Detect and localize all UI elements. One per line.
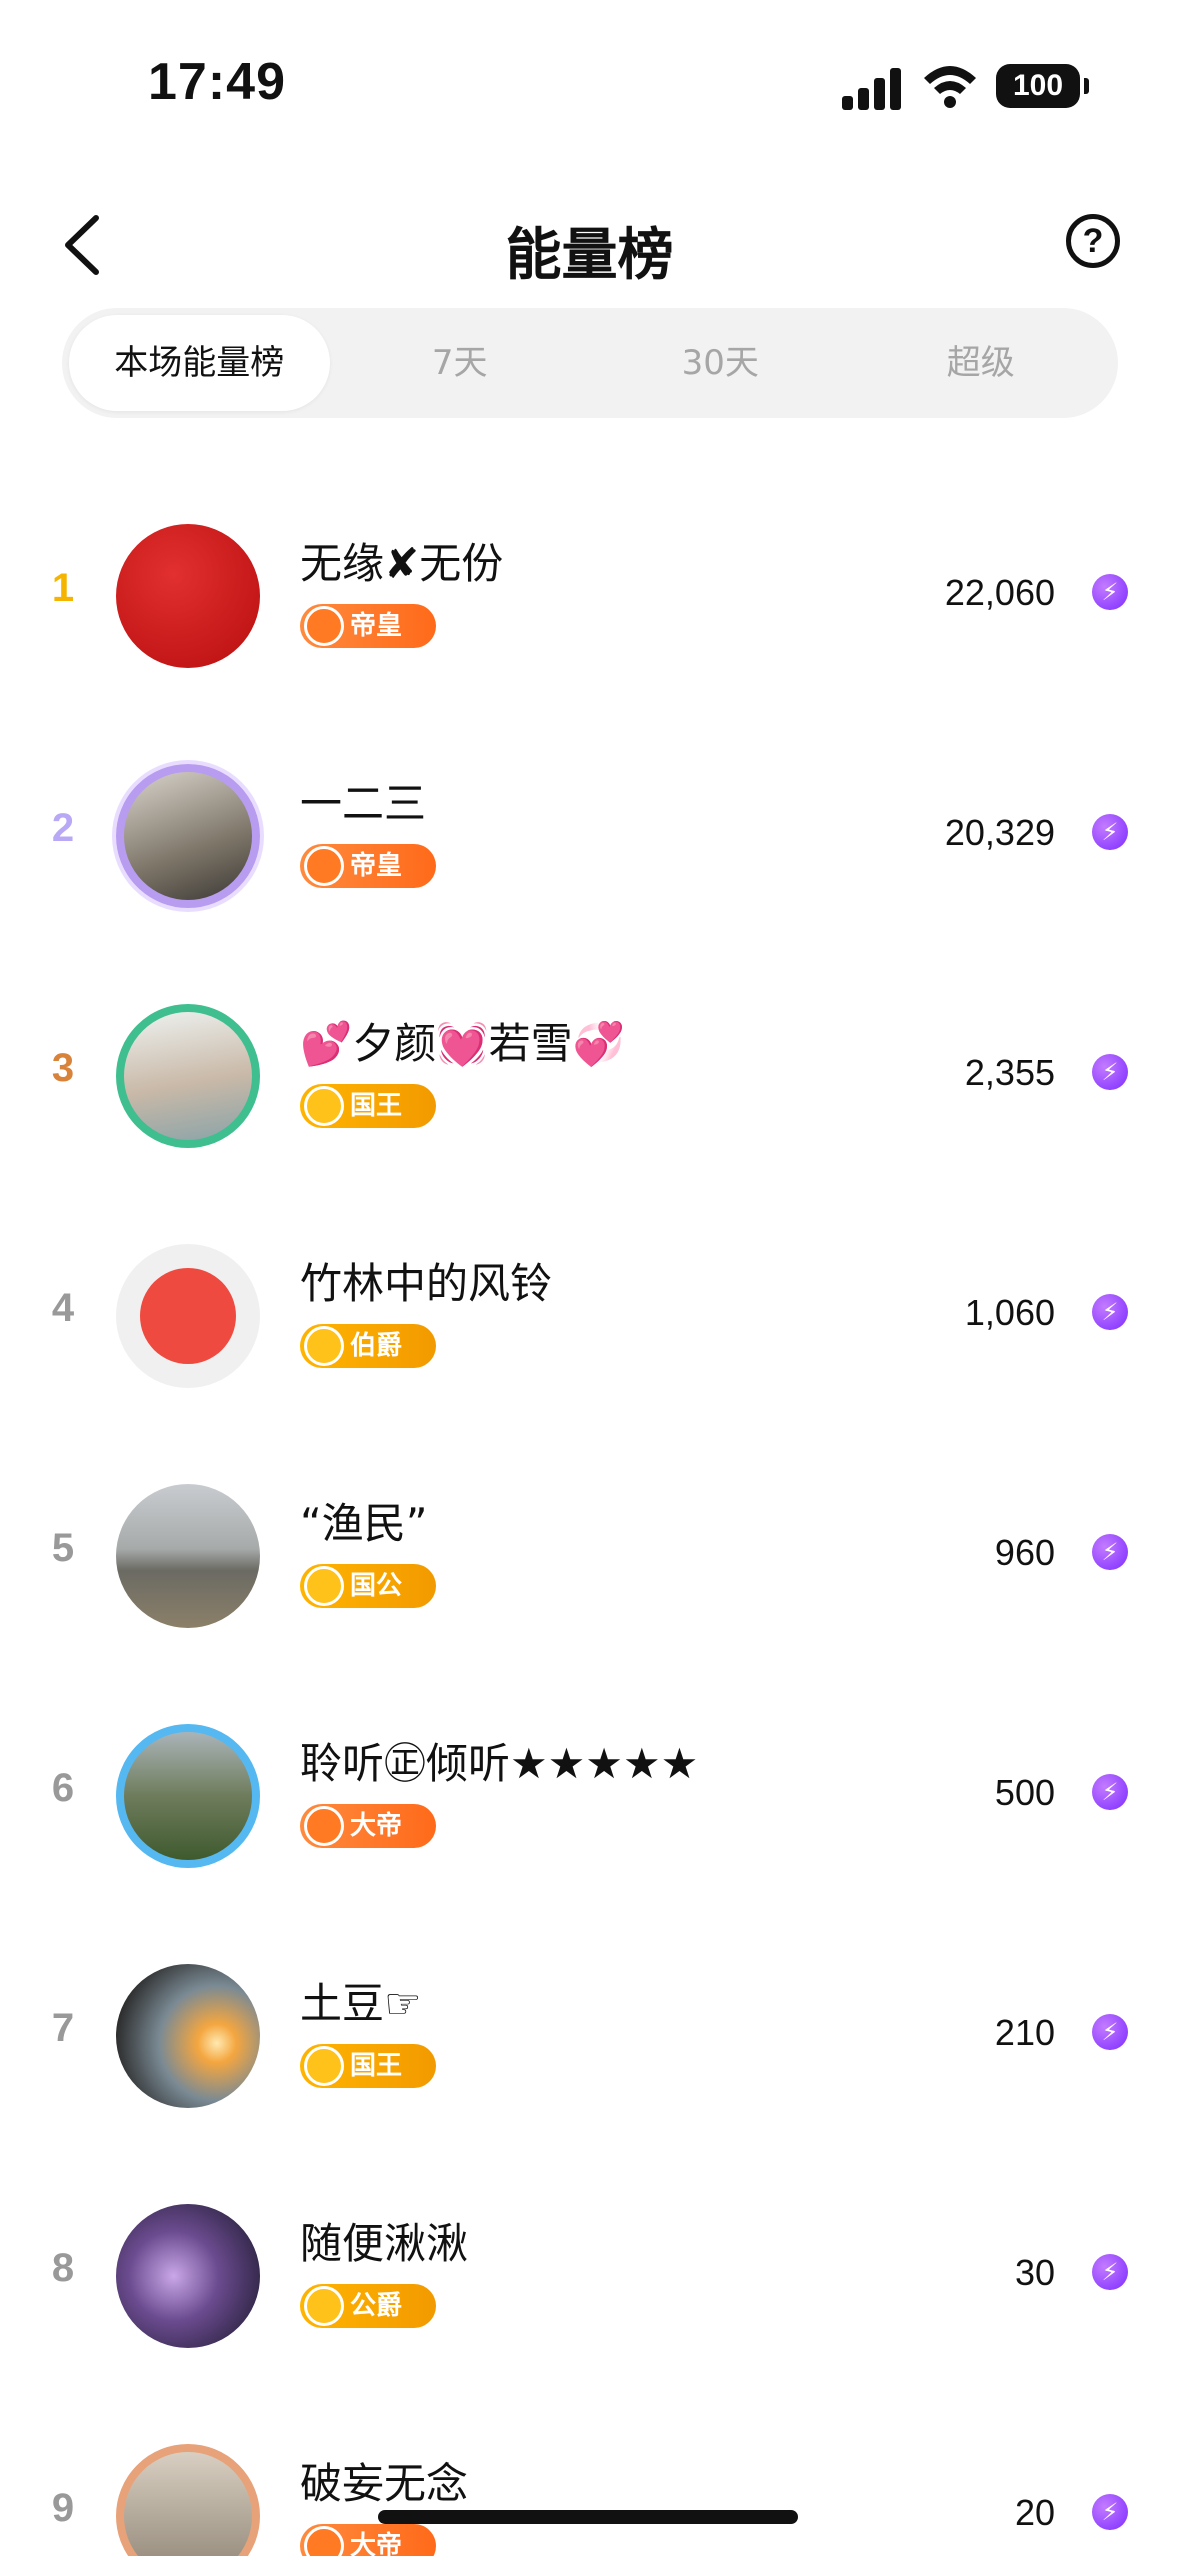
level-badge-label: 帝皇: [350, 611, 403, 641]
level-badge-label: 公爵: [350, 2291, 403, 2321]
user-name[interactable]: 一二三: [300, 770, 426, 831]
avatar[interactable]: [116, 1724, 260, 1868]
avatar[interactable]: [116, 2444, 260, 2556]
crown-icon: [304, 1566, 344, 1606]
lightning-bolt-icon: ⚡: [1092, 2254, 1128, 2290]
level-badge: 国王: [300, 2044, 436, 2088]
avatar[interactable]: [116, 1004, 260, 1148]
wifi-icon: [924, 66, 976, 108]
user-name[interactable]: 聆听㊣倾听★★★★★: [300, 1730, 698, 1791]
tab-7-days[interactable]: 7天: [330, 315, 591, 411]
level-badge: 帝皇: [300, 844, 436, 888]
ranking-row[interactable]: 6 聆听㊣倾听★★★★★ 大帝 500 ⚡: [0, 1668, 1179, 1908]
page-title: 能量榜: [505, 223, 674, 288]
user-name[interactable]: 竹林中的风铃: [300, 1250, 552, 1311]
level-badge-label: 大帝: [350, 2531, 403, 2556]
lightning-bolt-icon: ⚡: [1092, 1054, 1128, 1090]
energy-score: 20,329: [944, 812, 1055, 853]
crown-icon: [304, 1086, 344, 1126]
lightning-bolt-icon: ⚡: [1092, 1294, 1128, 1330]
energy-score: 210: [994, 2012, 1055, 2053]
energy-score: 20: [1014, 2492, 1055, 2533]
tab-30-days[interactable]: 30天: [590, 315, 851, 411]
lightning-bolt-icon: ⚡: [1092, 2014, 1128, 2050]
level-badge: 伯爵: [300, 1324, 436, 1368]
rank-number: 9: [51, 2486, 75, 2530]
rank-number: 6: [51, 1766, 75, 1810]
chevron-badge-icon: [304, 1806, 344, 1846]
user-name[interactable]: 土豆☞: [300, 1970, 422, 2031]
lightning-bolt-icon: ⚡: [1092, 2494, 1128, 2530]
rank-number: 5: [51, 1526, 75, 1570]
ranking-row[interactable]: 3 💕夕颜💓若雪💞 国王 2,355 ⚡: [0, 948, 1179, 1188]
home-indicator[interactable]: [378, 2510, 798, 2524]
avatar[interactable]: [116, 524, 260, 668]
energy-score: 22,060: [944, 572, 1055, 613]
level-badge-label: 国王: [350, 1091, 403, 1121]
level-badge-label: 国王: [350, 2051, 403, 2081]
chevron-badge-icon: [304, 2526, 344, 2556]
level-badge: 公爵: [300, 2284, 436, 2328]
period-tabs: 本场能量榜 7天 30天 超级: [62, 308, 1118, 418]
lightning-bolt-icon: ⚡: [1092, 1534, 1128, 1570]
diamond-icon: [304, 846, 344, 886]
rank-number: 3: [51, 1046, 75, 1090]
energy-score: 1,060: [964, 1292, 1055, 1333]
status-bar: 17:49 100: [0, 0, 1179, 160]
status-time: 17:49: [148, 53, 286, 111]
cellular-signal-icon: [842, 68, 904, 110]
energy-score: 2,355: [964, 1052, 1055, 1093]
rank-number: 7: [51, 2006, 75, 2050]
level-badge: 国公: [300, 1564, 436, 1608]
lightning-bolt-icon: ⚡: [1092, 574, 1128, 610]
ranking-row[interactable]: 9 破妄无念 大帝 20 ⚡: [0, 2388, 1179, 2556]
question-circle-icon[interactable]: ?: [1066, 214, 1120, 268]
ranking-list: 1 无缘✘无份 帝皇 22,060 ⚡ 2 一二三 帝皇 20,329 ⚡ 3 …: [0, 468, 1179, 2556]
user-name[interactable]: 破妄无念: [300, 2450, 468, 2511]
ranking-row[interactable]: 5 “渔民” 国公 960 ⚡: [0, 1428, 1179, 1668]
tab-current-session[interactable]: 本场能量榜: [69, 315, 330, 411]
user-name[interactable]: 无缘✘无份: [300, 530, 503, 591]
crown-icon: [304, 1326, 344, 1366]
tab-super[interactable]: 超级: [851, 315, 1112, 411]
ranking-row[interactable]: 2 一二三 帝皇 20,329 ⚡: [0, 708, 1179, 948]
crown-icon: [304, 2046, 344, 2086]
avatar[interactable]: [116, 1964, 260, 2108]
level-badge-label: 国公: [350, 1571, 403, 1601]
level-badge: 帝皇: [300, 604, 436, 648]
level-badge-label: 大帝: [350, 1811, 403, 1841]
avatar[interactable]: [116, 1484, 260, 1628]
crown-icon: [304, 2286, 344, 2326]
nav-bar: 能量榜 ?: [0, 190, 1179, 300]
energy-score: 960: [994, 1532, 1055, 1573]
ranking-row[interactable]: 1 无缘✘无份 帝皇 22,060 ⚡: [0, 468, 1179, 708]
level-badge: 大帝: [300, 2524, 436, 2556]
level-badge-label: 帝皇: [350, 851, 403, 881]
user-name[interactable]: 随便湫湫: [300, 2210, 468, 2271]
ranking-row[interactable]: 7 土豆☞ 国王 210 ⚡: [0, 1908, 1179, 2148]
avatar[interactable]: [116, 2204, 260, 2348]
level-badge: 大帝: [300, 1804, 436, 1848]
rank-number: 4: [51, 1286, 75, 1330]
wink-face-icon: [140, 1268, 236, 1364]
level-badge-label: 伯爵: [350, 1331, 403, 1361]
level-badge: 国王: [300, 1084, 436, 1128]
rank-number: 2: [51, 806, 75, 850]
ranking-row[interactable]: 8 随便湫湫 公爵 30 ⚡: [0, 2148, 1179, 2388]
rank-number: 8: [51, 2246, 75, 2290]
user-name[interactable]: “渔民”: [300, 1490, 428, 1551]
ranking-row[interactable]: 4 竹林中的风铃 伯爵 1,060 ⚡: [0, 1188, 1179, 1428]
lightning-bolt-icon: ⚡: [1092, 1774, 1128, 1810]
user-name[interactable]: 💕夕颜💓若雪💞: [300, 1010, 625, 1071]
diamond-icon: [304, 606, 344, 646]
energy-score: 30: [1014, 2252, 1055, 2293]
battery-indicator: 100: [996, 64, 1089, 108]
energy-score: 500: [994, 1772, 1055, 1813]
rank-number: 1: [51, 566, 75, 610]
lightning-bolt-icon: ⚡: [1092, 814, 1128, 850]
avatar[interactable]: [116, 1244, 260, 1388]
avatar[interactable]: [116, 764, 260, 908]
